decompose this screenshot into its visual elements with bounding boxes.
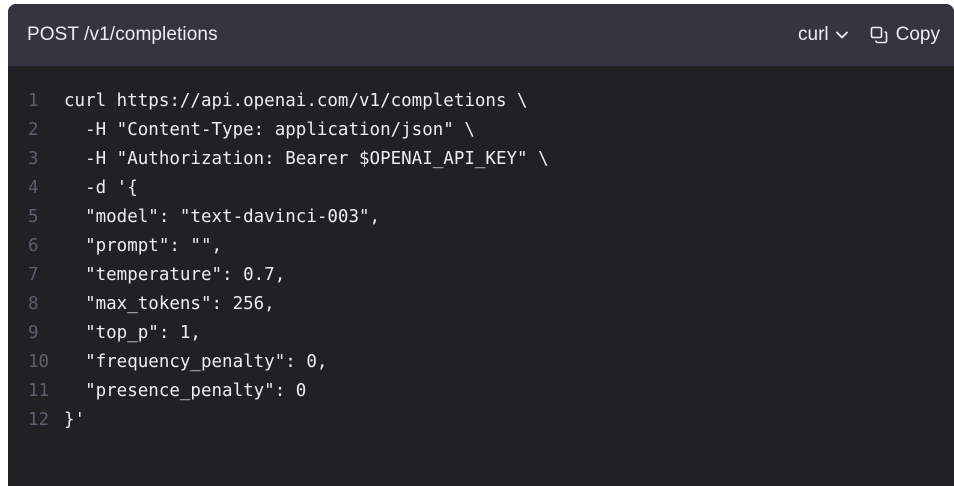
code-text: -d '{ — [64, 177, 138, 198]
code-line: 11 "presence_penalty": 0 — [8, 376, 954, 405]
copy-icon — [870, 26, 887, 44]
code-text: -H "Content-Type: application/json" \ — [64, 119, 475, 140]
copy-button[interactable]: Copy — [870, 24, 940, 46]
code-line: 5 "model": "text-davinci-003", — [8, 202, 954, 231]
code-text: "top_p": 1, — [64, 322, 201, 343]
code-snippet-header: POST /v1/completions curl Copy — [8, 4, 954, 66]
code-line: 7 "temperature": 0.7, — [8, 260, 954, 289]
line-number: 10 — [28, 351, 50, 372]
line-number: 6 — [28, 235, 39, 256]
code-snippet-panel: POST /v1/completions curl Copy 1 curl htt… — [8, 4, 954, 486]
line-number: 11 — [28, 380, 50, 401]
code-line: 10 "frequency_penalty": 0, — [8, 347, 954, 376]
language-dropdown[interactable]: curl — [798, 24, 848, 46]
code-line: 2 -H "Content-Type: application/json" \ — [8, 115, 954, 144]
code-text: "presence_penalty": 0 — [64, 380, 307, 401]
header-actions: curl Copy — [798, 24, 940, 46]
line-number: 4 — [28, 177, 39, 198]
line-number: 1 — [28, 90, 39, 111]
language-label: curl — [798, 24, 829, 45]
code-line: 8 "max_tokens": 256, — [8, 289, 954, 318]
line-number: 2 — [28, 119, 39, 140]
line-number: 5 — [28, 206, 39, 227]
line-number: 12 — [28, 409, 50, 430]
code-text: curl https://api.openai.com/v1/completio… — [64, 90, 528, 111]
code-text: "temperature": 0.7, — [64, 264, 286, 285]
code-text: }' — [64, 409, 86, 430]
code-block[interactable]: 1 curl https://api.openai.com/v1/completi… — [8, 66, 954, 434]
code-line: 9 "top_p": 1, — [8, 318, 954, 347]
line-number: 3 — [28, 148, 39, 169]
code-line: 1 curl https://api.openai.com/v1/completi… — [8, 86, 954, 115]
code-line: 3 -H "Authorization: Bearer $OPENAI_API_… — [8, 144, 954, 173]
endpoint-title: POST /v1/completions — [27, 24, 218, 45]
code-text: "frequency_penalty": 0, — [64, 351, 328, 372]
code-line: 12 }' — [8, 405, 954, 434]
code-text: "max_tokens": 256, — [64, 293, 275, 314]
code-text: "prompt": "", — [64, 235, 223, 256]
code-line: 4 -d '{ — [8, 173, 954, 202]
line-number: 8 — [28, 293, 39, 314]
line-number: 9 — [28, 322, 39, 343]
code-text: "model": "text-davinci-003", — [64, 206, 381, 227]
chevron-down-icon — [835, 31, 848, 39]
copy-label: Copy — [895, 24, 940, 45]
code-text: -H "Authorization: Bearer $OPENAI_API_KE… — [64, 148, 549, 169]
code-line: 6 "prompt": "", — [8, 231, 954, 260]
line-number: 7 — [28, 264, 39, 285]
